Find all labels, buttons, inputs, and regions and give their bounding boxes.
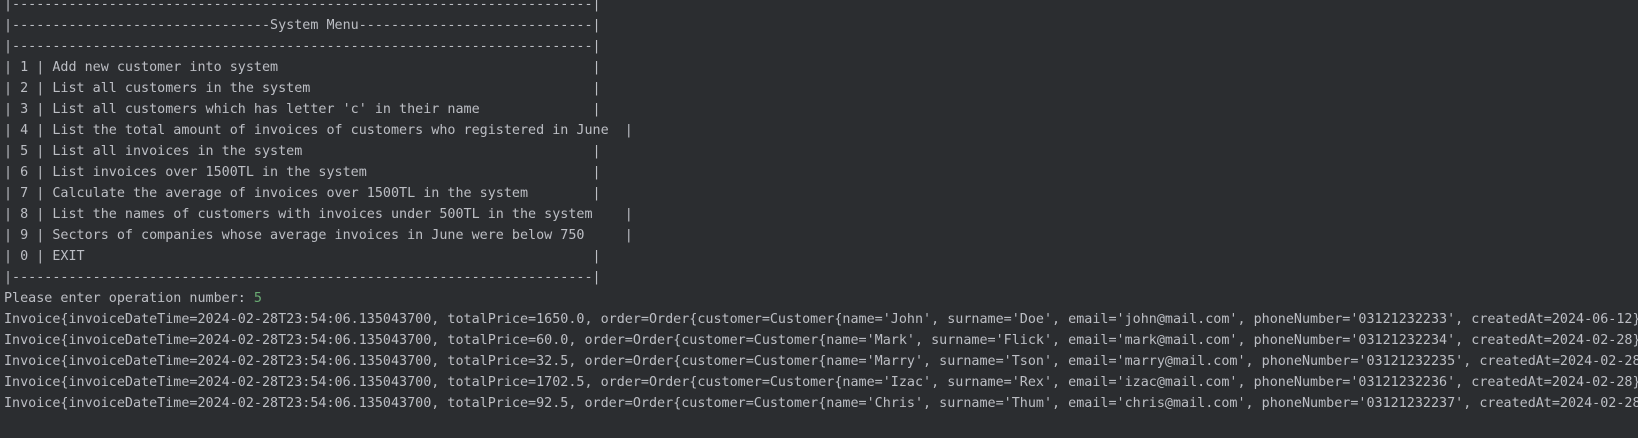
menu-option-1: | 1 | Add new customer into system | (4, 60, 601, 75)
menu-option-6: | 6 | List invoices over 1500TL in the s… (4, 165, 601, 180)
operation-prompt[interactable]: Please enter operation number: 5 (4, 288, 262, 310)
menu-option-4: | 4 | List the total amount of invoices … (4, 123, 633, 138)
menu-option-5: | 5 | List all invoices in the system | (4, 144, 601, 159)
menu-option-2: | 2 | List all customers in the system | (4, 81, 601, 96)
invoice-line: Invoice{invoiceDateTime=2024-02-28T23:54… (4, 354, 1638, 369)
menu-border: |---------------------------------------… (4, 39, 601, 54)
menu-option-3: | 3 | List all customers which has lette… (4, 102, 601, 117)
prompt-input-value: 5 (253, 291, 262, 306)
invoice-line: Invoice{invoiceDateTime=2024-02-28T23:54… (4, 375, 1638, 390)
console-output[interactable]: |---------------------------------------… (0, 0, 1638, 438)
prompt-label: Please enter operation number: (4, 291, 254, 306)
menu-option-7: | 7 | Calculate the average of invoices … (4, 186, 601, 201)
menu-title: |--------------------------------System … (4, 18, 601, 33)
menu-border-top: |---------------------------------------… (4, 0, 601, 12)
invoice-line: Invoice{invoiceDateTime=2024-02-28T23:54… (4, 333, 1638, 348)
invoice-line: Invoice{invoiceDateTime=2024-02-28T23:54… (4, 312, 1638, 327)
menu-option-8: | 8 | List the names of customers with i… (4, 207, 633, 222)
menu-option-0: | 0 | EXIT | (4, 249, 601, 264)
invoice-line: Invoice{invoiceDateTime=2024-02-28T23:54… (4, 396, 1638, 411)
menu-option-9: | 9 | Sectors of companies whose average… (4, 228, 633, 243)
menu-border-bottom: |---------------------------------------… (4, 270, 601, 285)
